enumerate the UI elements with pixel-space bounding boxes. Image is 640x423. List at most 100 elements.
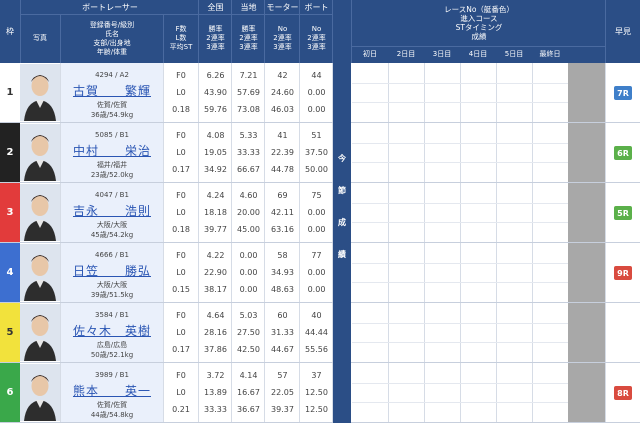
national-value-1: 18.18 [204,208,227,217]
motor-value-0: 57 [277,371,288,380]
boat-value-0: 37 [311,371,322,380]
day-header-1: 2日目 [396,50,416,58]
days-row: 初日 2日目 3日目 4日目 5日目 最終日 [352,46,606,63]
motor-value-2: 39.37 [271,405,294,414]
racer-name-link[interactable]: 古賀 繁輝 [61,82,163,99]
boat-value-0: 51 [311,131,322,140]
branch-origin: 広島/広島 [96,341,128,349]
branch-origin: 大阪/大阪 [96,221,128,229]
header-frame: 枠 [6,27,14,36]
boat-value-1: 44.44 [305,328,328,337]
frame-number: 4 [0,243,20,302]
racer-name-link[interactable]: 日笠 勝弘 [61,262,163,279]
motor-value-2: 44.78 [271,165,294,174]
branch-origin: 大阪/大阪 [96,281,128,289]
local-value-0: 0.00 [239,251,258,260]
local-value-2: 36.67 [237,405,260,414]
national-value-0: 4.08 [206,131,225,140]
boat-value-0: 44 [311,71,322,80]
f-count: F0 [176,131,186,140]
motor-value-1: 22.05 [271,388,294,397]
racer-row: 1 4294 / A2 古賀 繁輝 佐賀/佐賀 36歳/54.9kg F0 L0 0… [0,63,640,123]
l-count: L0 [176,148,186,157]
racer-name-link[interactable]: 佐々木 英樹 [61,322,163,339]
racer-photo [20,244,60,301]
age-weight: 23歳/52.0kg [90,171,134,179]
age-weight: 50歳/52.1kg [90,351,134,359]
race-entry-table: 枠 写真 ボートレーサー 登録番号/級別 氏名 支部/出身地 年齢/体重 F数 … [0,0,640,423]
motor-value-0: 69 [277,191,288,200]
f-count: F0 [176,191,186,200]
registration-class: 4294 / A2 [95,71,129,79]
motor-value-0: 41 [277,131,288,140]
average-st: 0.18 [172,105,190,114]
frame-number: 5 [0,303,20,362]
boat-value-1: 0.00 [307,88,326,97]
motor-value-1: 34.93 [271,268,294,277]
boat-value-2: 0.00 [307,105,326,114]
age-weight: 45歳/54.2kg [90,231,134,239]
header-early: 早見 [615,27,631,36]
early-race-badge[interactable]: 5R [614,206,632,220]
motor-value-1: 24.60 [271,88,294,97]
national-value-2: 33.33 [204,405,227,414]
final-day-cell [568,183,606,242]
national-value-2: 37.86 [204,345,227,354]
motor-value-0: 42 [277,71,288,80]
racer-name-link[interactable]: 吉永 浩則 [61,202,163,219]
boat-value-0: 77 [311,251,322,260]
racer-row: 2 5085 / B1 中村 栄治 福井/福井 23歳/52.0kg F0 L0 0… [0,123,640,183]
header-st-info: F数 L数 平均ST [169,25,193,51]
racer-photo [20,364,60,421]
early-race-badge[interactable]: 9R [614,266,632,280]
local-value-0: 4.60 [239,191,258,200]
racer-info: 4047 / B1 吉永 浩則 大阪/大阪 45歳/54.2kg [61,183,163,242]
header-motor: モーター [266,2,299,12]
boat-value-2: 12.50 [305,405,328,414]
branch-origin: 福井/福井 [96,161,128,169]
national-value-0: 3.72 [206,371,225,380]
local-value-1: 20.00 [237,208,260,217]
racer-info: 3584 / B1 佐々木 英樹 広島/広島 50歳/52.1kg [61,303,163,362]
header-local-sub: 勝率 2連率 3連率 [239,25,258,51]
racer-name-link[interactable]: 熊本 英一 [61,382,163,399]
national-value-1: 43.90 [204,88,227,97]
f-count: F0 [176,311,186,320]
boat-value-1: 12.50 [305,388,328,397]
boat-value-1: 0.00 [307,208,326,217]
racer-row: 5 3584 / B1 佐々木 英樹 広島/広島 50歳/52.1kg F0 L0… [0,303,640,363]
national-value-1: 13.89 [204,388,227,397]
frame-number: 3 [0,183,20,242]
registration-class: 3989 / B1 [95,371,129,379]
final-day-cell [568,243,606,302]
registration-class: 3584 / B1 [95,311,129,319]
racer-row: 6 3989 / B1 熊本 英一 佐賀/佐賀 44歳/54.8kg F0 L0 0… [0,363,640,423]
registration-class: 4666 / B1 [95,251,129,259]
early-race-badge[interactable]: 7R [614,86,632,100]
early-race-badge[interactable]: 8R [614,386,632,400]
f-count: F0 [176,371,186,380]
l-count: L0 [176,208,186,217]
local-value-0: 5.03 [239,311,258,320]
local-value-2: 73.08 [237,105,260,114]
motor-value-2: 46.03 [271,105,294,114]
motor-value-0: 58 [277,251,288,260]
local-value-2: 42.50 [237,345,260,354]
racer-photo [20,124,60,181]
day-header-5: 最終日 [539,50,561,58]
local-value-2: 0.00 [239,285,258,294]
header-local: 当地 [240,2,257,12]
national-value-1: 22.90 [204,268,227,277]
national-value-1: 19.05 [204,148,227,157]
branch-origin: 佐賀/佐賀 [96,401,128,409]
racer-photo [20,184,60,241]
day-header-2: 3日目 [432,50,452,58]
header-racer-info: 登録番号/級別 氏名 支部/出身地 年齢/体重 [89,20,135,56]
racer-name-link[interactable]: 中村 栄治 [61,142,163,159]
national-value-2: 59.76 [204,105,227,114]
early-race-badge[interactable]: 6R [614,146,632,160]
day-header-4: 5日目 [504,50,524,58]
motor-value-1: 22.39 [271,148,294,157]
side-label-2: 成 [338,218,346,227]
motor-value-1: 31.33 [271,328,294,337]
